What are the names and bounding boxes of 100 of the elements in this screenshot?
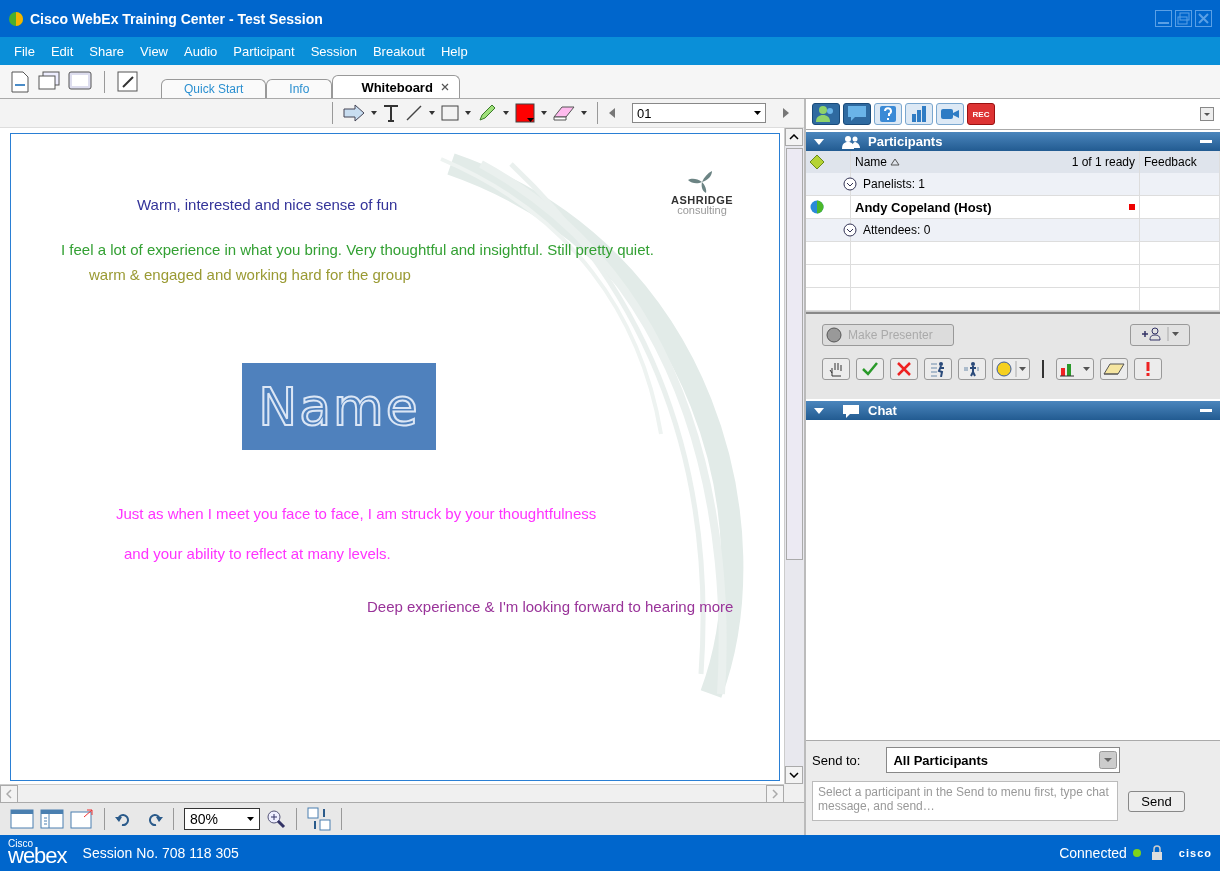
yes-button[interactable] [856, 358, 884, 380]
eraser-icon[interactable] [553, 105, 575, 121]
globe-icon [8, 10, 24, 27]
column-header[interactable]: Feedback [1144, 155, 1197, 169]
group-row[interactable]: Attendees: 0 [806, 219, 1220, 242]
clear-button[interactable] [1100, 358, 1128, 380]
panel-tab[interactable] [843, 103, 871, 125]
vertical-scrollbar[interactable] [784, 128, 804, 784]
whiteboard-text: Just as when I meet you face to face, I am struck by your thoughtfulness [116, 505, 597, 522]
alert-button[interactable] [1134, 358, 1162, 380]
caret-icon[interactable] [503, 111, 509, 115]
participants-header[interactable]: Participants [806, 132, 1220, 151]
layout-expand-icon[interactable] [70, 809, 94, 829]
menu-item[interactable]: File [8, 41, 41, 61]
go-faster-button[interactable] [924, 358, 952, 380]
highlighter-icon[interactable] [477, 103, 497, 123]
go-slower-button[interactable] [958, 358, 986, 380]
menu-item[interactable]: Participant [227, 41, 301, 61]
tab[interactable]: Whiteboard [332, 75, 460, 98]
menu-item[interactable]: Session [304, 41, 363, 61]
caret-icon[interactable] [371, 111, 377, 115]
panel-tab[interactable] [936, 103, 964, 125]
tab[interactable]: Quick Start [161, 79, 267, 98]
panel-tab[interactable]: REC [967, 103, 995, 125]
lock-icon [1150, 845, 1163, 861]
caret-icon [247, 817, 254, 821]
arrow-icon[interactable] [343, 104, 365, 122]
collapse-icon[interactable] [814, 407, 824, 414]
connection-dot-icon [1132, 849, 1141, 857]
check-icon [862, 362, 878, 376]
column-header[interactable]: Name [855, 155, 901, 169]
panel-menu-icon[interactable] [1200, 107, 1214, 121]
no-button[interactable] [890, 358, 918, 380]
redo-icon[interactable] [147, 812, 163, 826]
document-icon[interactable] [10, 70, 30, 93]
whiteboard-text: and your ability to reflect at many levels. [124, 545, 391, 562]
group-label: Attendees: 0 [863, 223, 931, 237]
page-select[interactable]: 01 [632, 103, 766, 123]
raise-hand-button[interactable] [822, 358, 850, 380]
record-label: REC [972, 109, 990, 119]
brand-small: Cisco [8, 839, 33, 849]
video-camera-icon [940, 106, 960, 122]
whiteboard-text: I feel a lot of experience in what you bring. Very thoughtful and insightful. Still pretty quiet. [61, 241, 654, 258]
menu-item[interactable]: View [134, 41, 174, 61]
monitor-icon[interactable] [68, 70, 92, 91]
whiteboard-text: warm & engaged and working hard for the group [89, 266, 411, 283]
swap-icon[interactable] [307, 807, 331, 831]
rectangle-icon[interactable] [441, 105, 459, 121]
panel-tab[interactable] [874, 103, 902, 125]
send-to-select[interactable]: All Participants [886, 747, 1121, 773]
expand-icon[interactable] [843, 223, 857, 237]
menu-item[interactable]: Edit [44, 41, 80, 61]
chat-header[interactable]: Chat [806, 401, 1220, 420]
panel-tab[interactable] [905, 103, 933, 125]
caret-icon[interactable] [429, 111, 435, 115]
menu-item[interactable]: Share [83, 41, 131, 61]
poll-button[interactable] [1056, 358, 1094, 380]
chat-input[interactable]: Select a participant in the Send to menu first, type chat message, and send… [812, 781, 1118, 821]
menu-item[interactable]: Audio [178, 41, 224, 61]
previous-page-icon[interactable] [608, 107, 616, 119]
people-icon [842, 134, 860, 149]
line-icon[interactable] [405, 104, 423, 122]
caret-icon[interactable] [541, 111, 547, 115]
smiley-icon [995, 361, 1027, 377]
chat-title: Chat [868, 403, 897, 418]
send-button[interactable]: Send [1128, 790, 1185, 812]
zoom-in-icon[interactable] [266, 809, 286, 829]
zoom-select[interactable]: 80% [184, 808, 260, 830]
add-user-button[interactable] [1130, 324, 1190, 346]
caret-icon[interactable] [581, 111, 587, 115]
collapse-icon[interactable] [814, 138, 824, 145]
hand-icon [828, 361, 844, 377]
menu-item[interactable]: Help [435, 41, 474, 61]
layout-list-icon[interactable] [40, 809, 64, 829]
speech-bubble-icon [842, 403, 860, 418]
layout-icon[interactable] [10, 809, 34, 829]
undo-icon[interactable] [115, 812, 131, 826]
caret-icon [754, 111, 761, 115]
scroll-down-icon[interactable] [789, 772, 799, 778]
eraser-icon [1103, 362, 1125, 376]
close-icon[interactable] [440, 83, 449, 91]
tab[interactable]: Info [266, 79, 333, 98]
scroll-up-icon[interactable] [789, 134, 799, 140]
annotate-icon[interactable] [117, 70, 139, 93]
group-row[interactable]: Panelists: 1 [806, 173, 1220, 196]
next-page-icon[interactable] [782, 107, 790, 119]
cross-icon [897, 362, 911, 376]
text-tool-icon[interactable] [383, 104, 399, 122]
expand-icon[interactable] [843, 177, 857, 191]
color-swatch-icon[interactable] [515, 103, 535, 123]
walker-icon [964, 361, 980, 377]
window-title: Cisco WebEx Training Center - Test Session [30, 10, 323, 27]
participant-name[interactable]: Andy Copeland (Host) [855, 199, 1123, 215]
emoticon-button[interactable] [992, 358, 1030, 380]
panel-tab[interactable] [812, 103, 840, 125]
caret-icon[interactable] [465, 111, 471, 115]
logo-tagline: consulting [677, 204, 727, 216]
column-header[interactable]: 1 of 1 ready [1071, 155, 1135, 169]
menu-item[interactable]: Breakout [366, 41, 431, 61]
windows-icon[interactable] [38, 70, 60, 91]
